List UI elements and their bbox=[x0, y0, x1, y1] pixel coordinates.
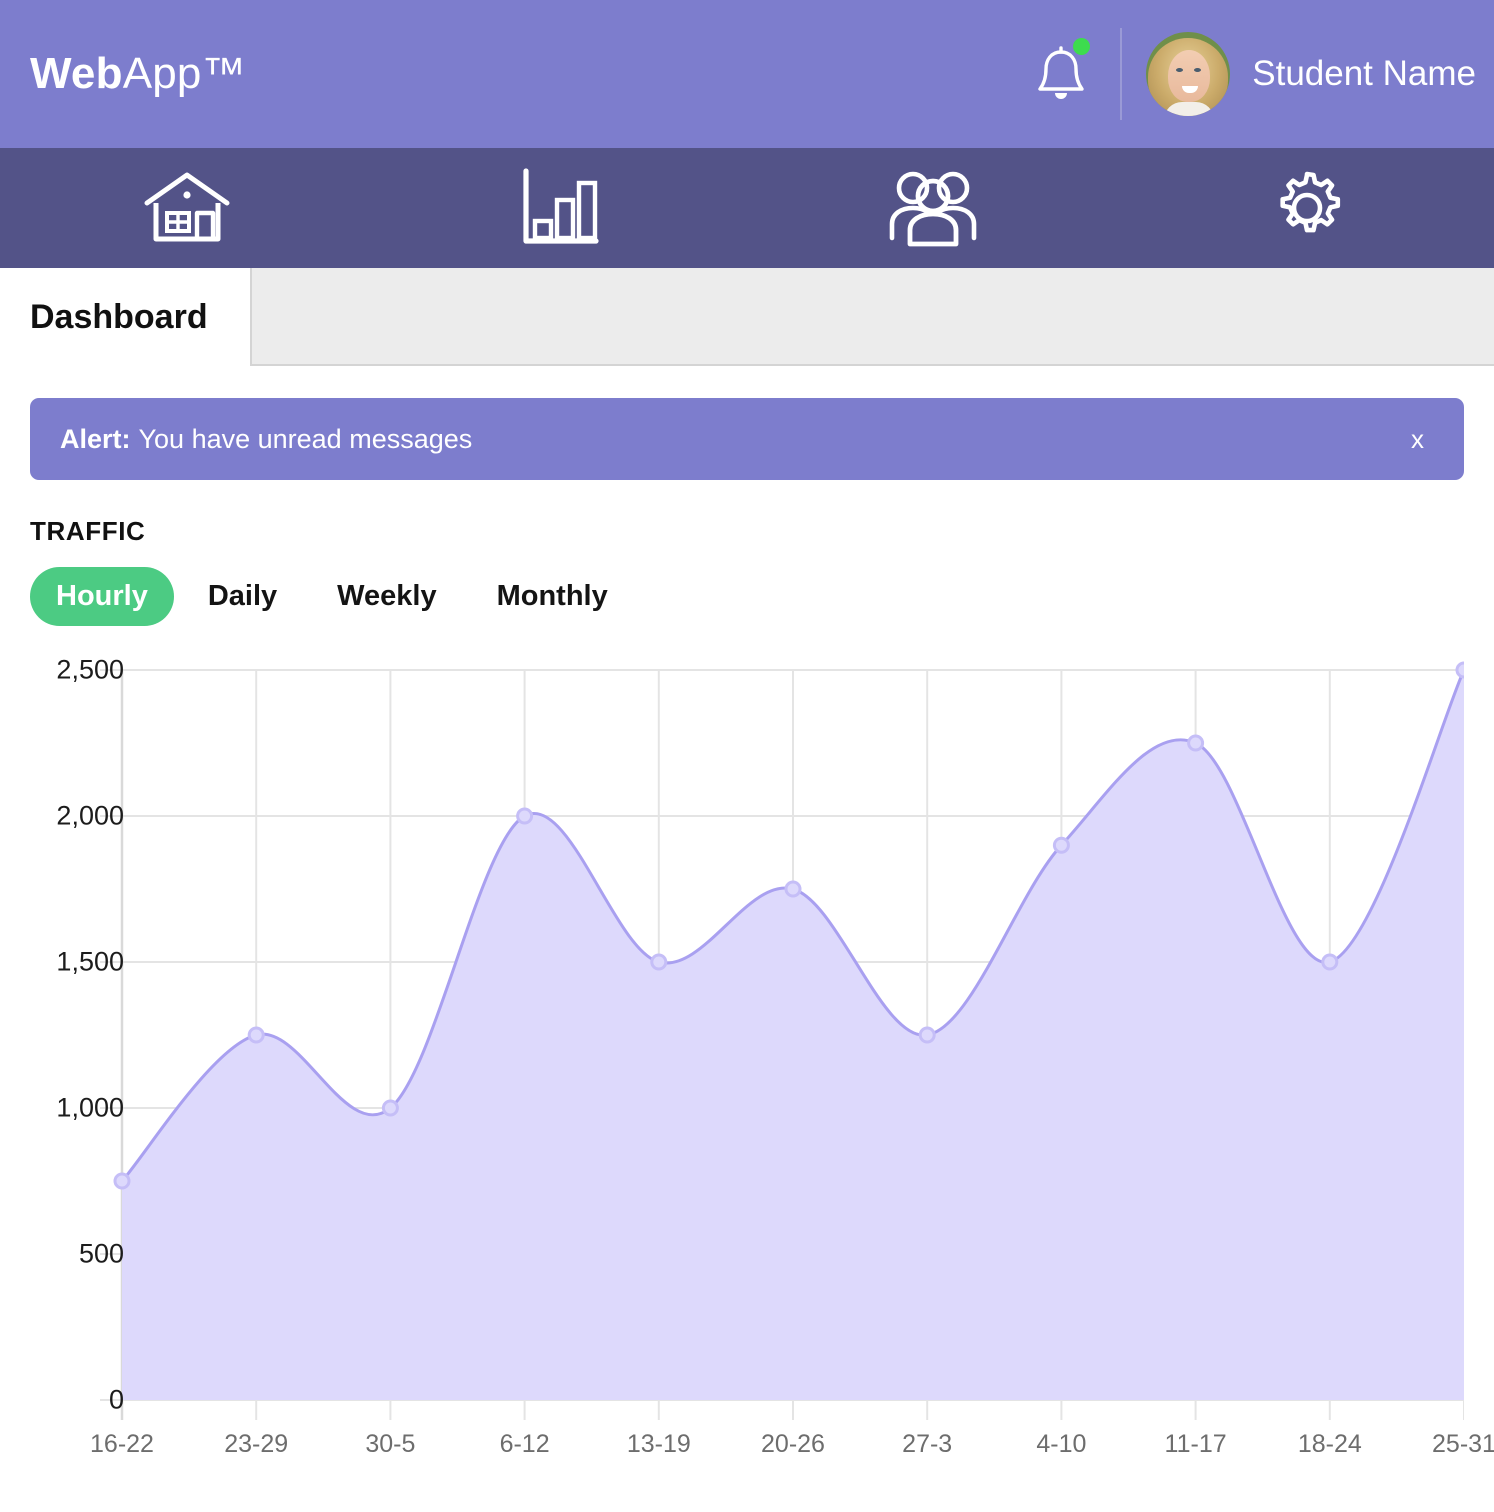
chart-data-point[interactable] bbox=[1052, 836, 1070, 854]
nav-home[interactable] bbox=[0, 148, 374, 268]
x-axis-tick-label: 18-24 bbox=[1297, 1430, 1362, 1458]
app-header: WebApp™ Student Name bbox=[0, 0, 1494, 148]
tab-dashboard[interactable]: Dashboard bbox=[0, 268, 250, 366]
notification-dot bbox=[1073, 38, 1091, 55]
header-right-group: Student Name bbox=[1026, 0, 1476, 148]
x-axis-tick-label: 27-3 bbox=[902, 1430, 953, 1458]
alert-label: Alert: bbox=[60, 423, 131, 454]
alert-banner: Alert: You have unread messages x bbox=[30, 398, 1464, 480]
avatar[interactable] bbox=[1146, 32, 1231, 116]
filter-hourly[interactable]: Hourly bbox=[30, 567, 174, 626]
nav-settings[interactable] bbox=[1121, 148, 1494, 268]
y-axis-tick-label: 500 bbox=[78, 1238, 124, 1269]
notifications-button[interactable] bbox=[1026, 36, 1096, 112]
page-title: TRAFFIC bbox=[30, 516, 146, 546]
page-content: Alert: You have unread messages x TRAFFI… bbox=[0, 398, 1494, 1459]
tab-strip: Dashboard bbox=[0, 268, 1494, 366]
app-logo: WebApp™ bbox=[30, 49, 246, 99]
nav-users[interactable] bbox=[747, 148, 1121, 268]
header-divider bbox=[1120, 28, 1123, 120]
tab-strip-filler bbox=[250, 268, 1494, 366]
bar-chart-icon bbox=[523, 168, 599, 244]
chart-data-point[interactable] bbox=[1321, 953, 1339, 971]
x-axis-tick-label: 25-31 bbox=[1432, 1430, 1494, 1458]
y-axis-tick-label: 2,500 bbox=[56, 654, 124, 685]
x-axis-tick-label: 20-26 bbox=[761, 1430, 825, 1458]
x-axis-tick-label: 6-12 bbox=[499, 1430, 550, 1458]
chart-data-point[interactable] bbox=[1455, 661, 1464, 679]
x-axis-tick-label: 23-29 bbox=[224, 1430, 289, 1458]
chart-data-point[interactable] bbox=[650, 953, 668, 971]
filter-monthly[interactable]: Monthly bbox=[471, 567, 634, 626]
nav-analytics[interactable] bbox=[374, 148, 748, 268]
main-navigation bbox=[0, 148, 1494, 268]
traffic-area-chart[interactable] bbox=[30, 648, 1464, 1438]
chart-data-point[interactable] bbox=[516, 807, 534, 825]
filter-daily[interactable]: Daily bbox=[182, 567, 303, 626]
x-axis-tick-label: 11-17 bbox=[1164, 1430, 1227, 1458]
alert-message: You have unread messages bbox=[138, 423, 473, 454]
y-axis-tick-label: 1,000 bbox=[56, 1092, 124, 1123]
chart-data-point[interactable] bbox=[113, 1172, 131, 1190]
chart-data-point[interactable] bbox=[918, 1026, 936, 1044]
x-axis-tick-label: 30-5 bbox=[365, 1430, 416, 1458]
user-name-label[interactable]: Student Name bbox=[1252, 54, 1476, 94]
avatar-face bbox=[1168, 50, 1211, 102]
home-icon bbox=[144, 172, 230, 242]
chart-data-point[interactable] bbox=[381, 1099, 399, 1117]
y-axis-tick-label: 2,000 bbox=[56, 800, 124, 831]
chart-data-point[interactable] bbox=[247, 1026, 265, 1044]
x-axis-tick-label: 16-22 bbox=[90, 1430, 154, 1458]
filter-weekly[interactable]: Weekly bbox=[311, 567, 462, 626]
chart-data-point[interactable] bbox=[1187, 734, 1205, 752]
logo-bold-text: Web bbox=[30, 49, 123, 98]
y-axis-tick-label: 0 bbox=[108, 1384, 124, 1415]
users-icon bbox=[889, 171, 977, 247]
traffic-filter-group: Hourly Daily Weekly Monthly bbox=[30, 567, 1464, 626]
chart-data-point[interactable] bbox=[784, 880, 802, 898]
x-axis-tick-label: 13-19 bbox=[626, 1430, 691, 1458]
gear-icon bbox=[1280, 171, 1341, 233]
traffic-chart: 0 500 1,000 1,500 2,000 2,500 16-22 23-29 30-5 6… bbox=[30, 648, 1494, 1459]
close-icon[interactable]: x bbox=[1401, 420, 1434, 458]
y-axis-tick-label: 1,500 bbox=[56, 946, 124, 977]
x-axis-tick-label: 4-10 bbox=[1036, 1430, 1087, 1458]
logo-light-text: App™ bbox=[122, 49, 246, 98]
